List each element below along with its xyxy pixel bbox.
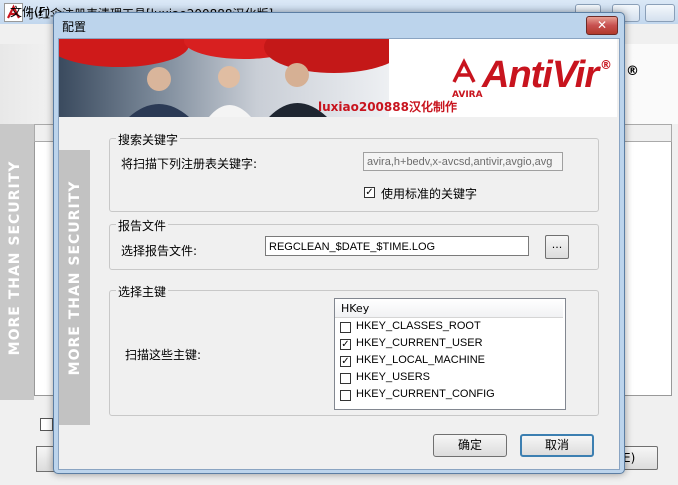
use-standard-label[interactable]: 使用标准的关键字: [381, 185, 477, 202]
hkey-row[interactable]: HKEY_CLASSES_ROOT: [340, 319, 560, 336]
hkey-row[interactable]: ✓ HKEY_CURRENT_USER: [340, 336, 560, 353]
hkey-column-header-label: HKey: [341, 302, 370, 315]
keywords-label: 将扫描下列注册表关键字:: [121, 157, 258, 171]
ok-button[interactable]: 确定: [433, 434, 507, 457]
main-side-text: MORE THAN SECURITY: [7, 160, 23, 356]
hkey-row-checkbox[interactable]: [340, 322, 351, 333]
hkey-row-checkbox[interactable]: [340, 390, 351, 401]
keywords-input[interactable]: avira,h+bedv,x-avcsd,antivir,avgio,avg: [363, 152, 563, 171]
hkey-row-label: HKEY_CURRENT_CONFIG: [356, 388, 495, 400]
localizer-watermark: luxiao200888汉化制作: [318, 100, 457, 114]
main-partial-button[interactable]: E): [620, 446, 658, 470]
brand-registered-mark: ®: [600, 58, 612, 72]
avira-logo-icon: [450, 58, 478, 89]
browse-button[interactable]: ...: [545, 235, 569, 259]
brand-name: AntiVir: [482, 54, 599, 96]
main-close-button[interactable]: [645, 4, 675, 22]
dialog-title: 配置: [62, 20, 87, 34]
hkey-row-label: HKEY_CLASSES_ROOT: [356, 320, 481, 332]
hkey-row-label: HKEY_USERS: [356, 371, 430, 383]
hkey-row-checkbox[interactable]: ✓: [340, 339, 351, 350]
main-checkbox[interactable]: [40, 418, 53, 431]
dialog-close-button[interactable]: ✕: [586, 16, 618, 35]
hkey-row-label: HKEY_LOCAL_MACHINE: [356, 354, 485, 366]
hkey-row[interactable]: HKEY_CURRENT_CONFIG: [340, 387, 560, 404]
cancel-button[interactable]: 取消: [520, 434, 594, 457]
main-registered-mark: ®: [626, 64, 639, 79]
search-keywords-legend: 搜索关键字: [116, 131, 181, 148]
hkey-legend: 选择主键: [116, 283, 169, 300]
use-standard-checkbox[interactable]: ✓: [364, 187, 375, 198]
dialog-side-text: MORE THAN SECURITY: [67, 180, 83, 376]
search-keywords-group: [109, 138, 599, 212]
hkey-row-checkbox[interactable]: ✓: [340, 356, 351, 367]
hkey-row-label: HKEY_CURRENT_USER: [356, 337, 483, 349]
hkey-row[interactable]: HKEY_USERS: [340, 370, 560, 387]
hkey-row-checkbox[interactable]: [340, 373, 351, 384]
scan-hkeys-label: 扫描这些主键:: [125, 348, 202, 362]
report-file-legend: 报告文件: [116, 217, 169, 234]
report-file-label: 选择报告文件:: [121, 244, 198, 258]
report-file-input[interactable]: REGCLEAN_$DATE_$TIME.LOG: [265, 236, 529, 256]
menu-file[interactable]: 文件(F): [10, 3, 50, 20]
hkey-row[interactable]: ✓ HKEY_LOCAL_MACHINE: [340, 353, 560, 370]
